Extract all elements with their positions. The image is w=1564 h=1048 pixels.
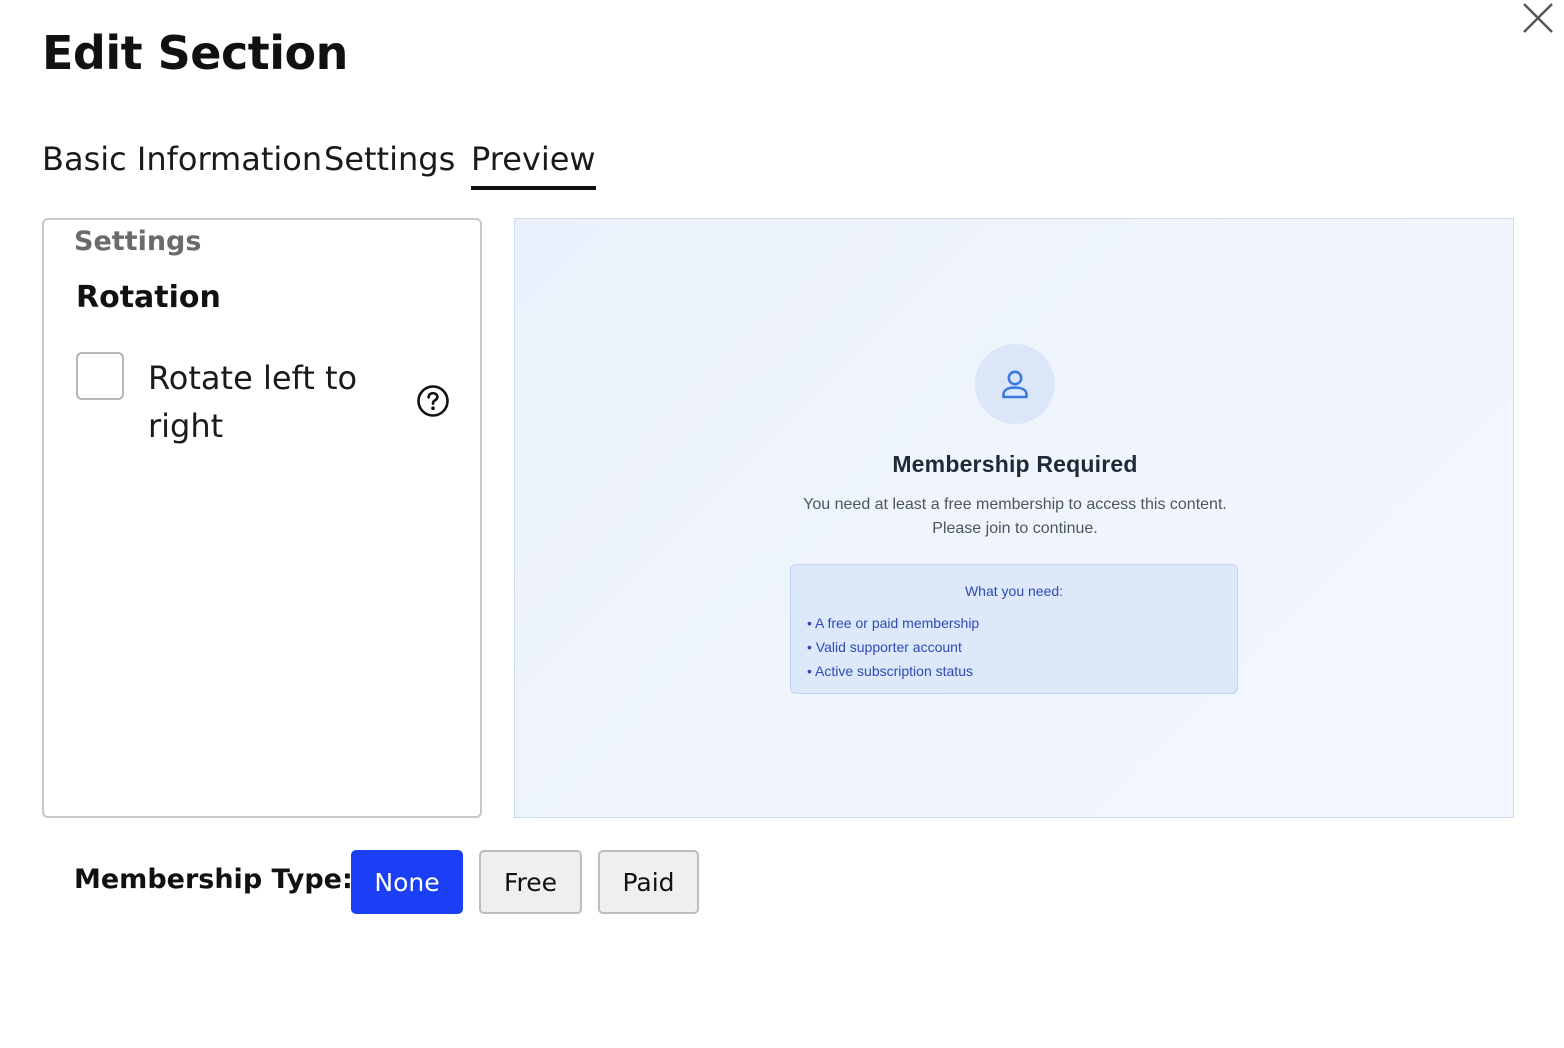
close-icon xyxy=(1523,3,1553,33)
avatar xyxy=(975,344,1055,424)
close-button[interactable] xyxy=(1518,0,1558,40)
list-item: • A free or paid membership xyxy=(807,615,980,631)
requirements-box: What you need: • A free or paid membersh… xyxy=(790,564,1238,694)
rotate-checkbox[interactable] xyxy=(76,352,124,400)
membership-required-title: Membership Required xyxy=(892,451,1138,477)
description-line: You need at least a free membership to a… xyxy=(803,496,1227,513)
rotation-heading: Rotation xyxy=(76,280,221,315)
membership-type-label: Membership Type: xyxy=(74,864,353,895)
tab-preview[interactable]: Preview xyxy=(471,140,596,190)
description-line: Please join to continue. xyxy=(932,520,1098,537)
requirements-list: • A free or paid membership • Valid supp… xyxy=(807,611,979,683)
tab-settings[interactable]: Settings xyxy=(324,140,455,186)
list-item: • Valid supporter account xyxy=(807,639,962,655)
help-icon[interactable] xyxy=(416,384,450,418)
membership-paid-button[interactable]: Paid xyxy=(598,850,699,914)
membership-free-button[interactable]: Free xyxy=(479,850,582,914)
settings-panel: Settings Rotation Rotate left to right xyxy=(42,218,482,818)
membership-none-button[interactable]: None xyxy=(351,850,463,914)
tab-basic-information[interactable]: Basic Information xyxy=(42,140,322,186)
user-icon xyxy=(1002,370,1028,399)
settings-panel-legend: Settings xyxy=(74,226,202,257)
rotate-checkbox-label[interactable]: Rotate left to right xyxy=(148,354,378,450)
membership-required-description: You need at least a free membership to a… xyxy=(765,493,1265,541)
requirements-title: What you need: xyxy=(964,583,1064,599)
list-item: • Active subscription status xyxy=(807,663,973,679)
preview-panel: Membership Required You need at least a … xyxy=(514,218,1514,818)
dialog-title: Edit Section xyxy=(42,26,348,80)
